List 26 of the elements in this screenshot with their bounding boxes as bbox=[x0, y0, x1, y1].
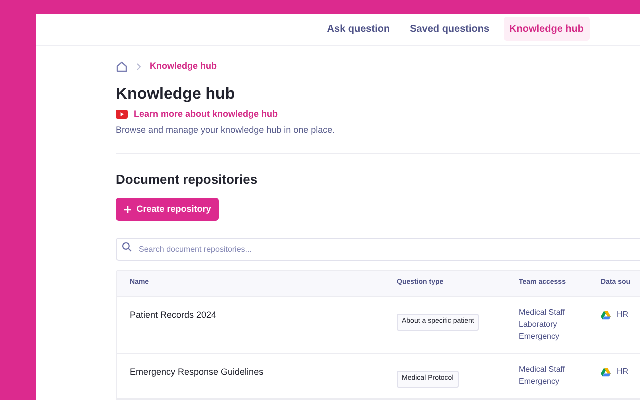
table-cell-text: Patient Records 2024 bbox=[129, 309, 218, 322]
team-name: Laboratory bbox=[519, 319, 558, 331]
nav-tab[interactable]: Knowledge hub bbox=[504, 17, 590, 42]
chevron-icon bbox=[136, 62, 142, 70]
drive-icon bbox=[601, 368, 611, 376]
video-icon bbox=[116, 110, 128, 119]
data-source-name: HR bbox=[617, 366, 629, 378]
table-cell-text: Emergency Response Guidelines bbox=[129, 366, 265, 379]
page-title: Knowledge hub bbox=[116, 84, 236, 104]
team-name: Emergency bbox=[519, 376, 560, 388]
team-name: Medical Staff bbox=[519, 307, 566, 319]
home-icon[interactable] bbox=[116, 60, 128, 72]
nav-tab[interactable]: Ask question bbox=[321, 17, 396, 42]
page-description: Browse and manage your knowledge hub in one place. bbox=[116, 124, 336, 137]
video-link[interactable]: Learn more about knowledge hub bbox=[134, 108, 278, 121]
team-name: Medical Staff bbox=[519, 364, 566, 376]
search-icon bbox=[122, 242, 132, 252]
create-repository-button[interactable]: Create repository bbox=[116, 198, 219, 221]
data-source-name: HR bbox=[617, 309, 629, 321]
section-title: Document repositories bbox=[116, 170, 259, 189]
search-field[interactable]: Search document repositories... bbox=[116, 238, 640, 261]
breadcrumb-link[interactable]: Knowledge hub bbox=[150, 60, 217, 74]
nav-tab[interactable]: Saved questions bbox=[404, 17, 496, 42]
team-name: Emergency bbox=[519, 331, 560, 343]
drive-icon bbox=[601, 310, 611, 320]
plus-icon bbox=[124, 206, 132, 214]
